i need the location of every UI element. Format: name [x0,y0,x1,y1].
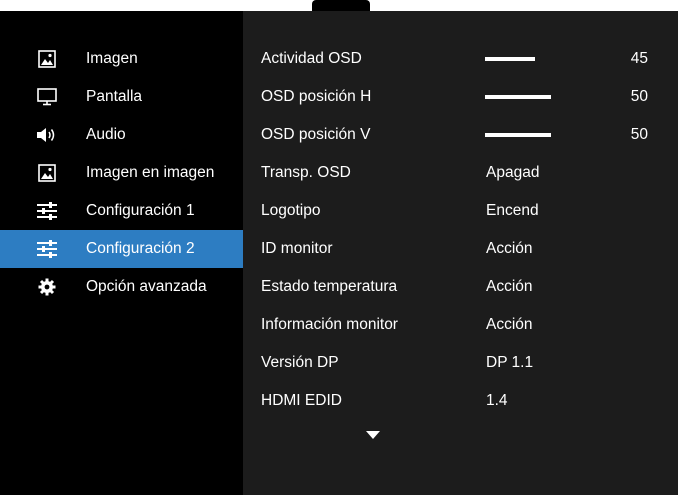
sidebar-item-configuracion-2[interactable]: Configuración 2 [0,230,243,268]
sliders-icon [36,238,58,260]
setting-value: Acción [486,316,533,333]
sidebar-menu: Imagen Pantalla Audio Imagen en imagen C… [0,11,243,495]
gear-icon [36,276,58,298]
setting-value: Acción [486,240,533,257]
setting-row-osd-posicion-h[interactable]: OSD posición H 50 [243,78,678,116]
setting-label: Información monitor [261,316,398,333]
setting-row-hdmi-edid[interactable]: HDMI EDID 1.4 [243,382,678,420]
setting-row-actividad-osd[interactable]: Actividad OSD 45 [243,40,678,78]
setting-label: ID monitor [261,240,333,257]
setting-label: OSD posición V [261,126,371,143]
setting-row-estado-temperatura[interactable]: Estado temperatura Acción [243,268,678,306]
settings-panel: Actividad OSD 45 OSD posición H 50 OSD p… [243,11,678,495]
setting-value: 1.4 [486,392,508,409]
chevron-down-icon[interactable] [366,431,380,439]
sidebar-item-label: Configuración 1 [86,202,195,219]
setting-row-osd-posicion-v[interactable]: OSD posición V 50 [243,116,678,154]
sidebar-item-label: Configuración 2 [86,240,195,257]
osd-posicion-v-slider[interactable] [485,133,551,137]
setting-row-transp-osd[interactable]: Transp. OSD Apagad [243,154,678,192]
sidebar-item-opcion-avanzada[interactable]: Opción avanzada [0,268,243,306]
sidebar-item-imagen[interactable]: Imagen [0,40,243,78]
setting-label: Transp. OSD [261,164,351,181]
actividad-osd-slider[interactable] [485,57,535,61]
setting-label: OSD posición H [261,88,372,105]
monitor-icon [36,86,58,108]
slider-value: 50 [630,88,648,105]
sidebar-item-label: Audio [86,126,126,143]
setting-label: Versión DP [261,354,339,371]
setting-row-version-dp[interactable]: Versión DP DP 1.1 [243,344,678,382]
sidebar-item-label: Opción avanzada [86,278,207,295]
slider-value: 50 [630,126,648,143]
setting-label: Estado temperatura [261,278,398,295]
setting-value: Apagad [486,164,540,181]
setting-value: DP 1.1 [486,354,534,371]
sidebar-item-imagen-en-imagen[interactable]: Imagen en imagen [0,154,243,192]
sidebar-item-label: Imagen en imagen [86,164,215,181]
sidebar-item-pantalla[interactable]: Pantalla [0,78,243,116]
image-icon [36,48,58,70]
setting-label: HDMI EDID [261,392,342,409]
setting-value: Acción [486,278,533,295]
sidebar-item-label: Imagen [86,50,138,67]
pip-image-icon [36,162,58,184]
setting-label: Logotipo [261,202,321,219]
setting-row-logotipo[interactable]: Logotipo Encend [243,192,678,230]
slider-value: 45 [630,50,648,67]
sidebar-item-audio[interactable]: Audio [0,116,243,154]
setting-value: Encend [486,202,539,219]
setting-label: Actividad OSD [261,50,362,67]
osd-posicion-h-slider[interactable] [485,95,551,99]
sidebar-item-label: Pantalla [86,88,143,105]
setting-row-informacion-monitor[interactable]: Información monitor Acción [243,306,678,344]
setting-row-id-monitor[interactable]: ID monitor Acción [243,230,678,268]
sidebar-item-configuracion-1[interactable]: Configuración 1 [0,192,243,230]
sliders-icon [36,200,58,222]
speaker-icon [36,124,58,146]
